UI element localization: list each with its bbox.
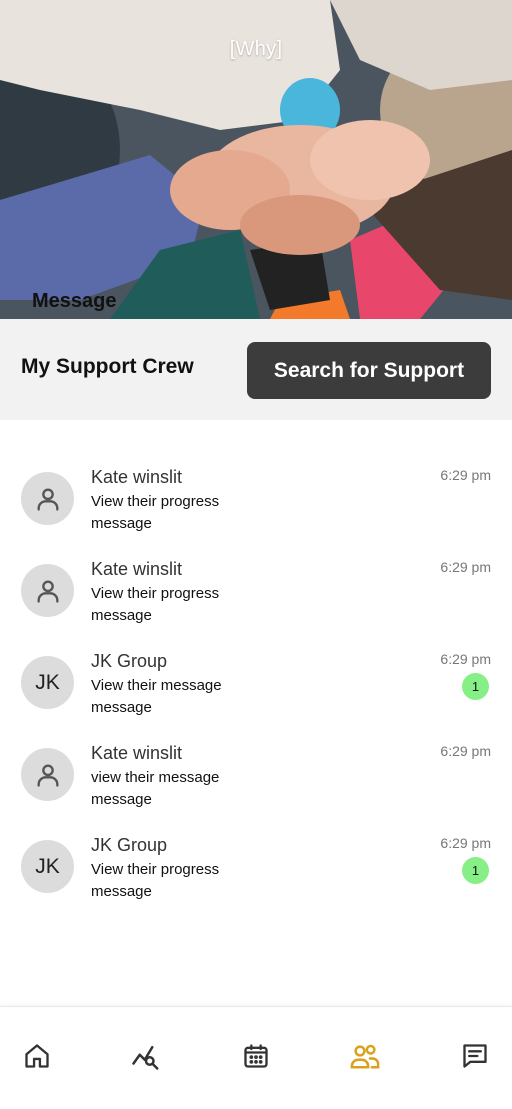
message-time: 6:29 pm [440,651,491,667]
message-row[interactable]: JK JK Group View their message message 6… [0,636,512,728]
message-sender: Kate winslit [91,743,183,763]
hero-title: [Why] [229,38,283,60]
message-preview: View their message [91,677,222,694]
person-icon [37,580,58,603]
avatar [21,472,74,525]
home-icon [25,1044,49,1068]
avatar [21,748,74,801]
message-preview: view their message [91,769,220,786]
message-preview-cont: message [91,883,152,900]
search-for-support-button[interactable]: Search for Support [247,342,491,399]
avatar [21,564,74,617]
message-time: 6:29 pm [440,467,491,483]
message-preview-cont: message [91,699,152,716]
message-preview-cont: message [91,607,152,624]
person-icon [37,764,58,787]
calendar-icon [244,1044,268,1068]
person-icon [37,488,58,511]
progress-analytics-icon [132,1046,159,1070]
message-preview-cont: message [91,515,152,532]
nav-calendar[interactable] [241,1041,271,1071]
unread-badge: 1 [462,857,489,884]
message-preview-cont: message [91,791,152,808]
chat-icon [463,1044,487,1068]
bottom-nav [0,1006,512,1109]
message-sender: JK Group [91,651,168,671]
message-row[interactable]: JK JK Group View their progress message … [0,820,512,912]
people-icon [350,1044,380,1069]
avatar-initials: JK [21,840,74,893]
avatar-initials: JK [21,656,74,709]
nav-support-crew[interactable] [350,1041,380,1071]
hero-caption: Messages [32,290,116,312]
nav-progress[interactable] [131,1041,161,1071]
unread-badge: 1 [462,673,489,700]
message-row[interactable]: Kate winslit View their progress message… [0,452,512,544]
message-sender: Kate winslit [91,467,183,487]
hero-banner: [Why] Messages [0,0,512,319]
nav-messages[interactable] [460,1041,490,1071]
message-sender: Kate winslit [91,559,183,579]
message-row[interactable]: Kate winslit View their progress message… [0,544,512,636]
message-preview: View their progress [91,493,220,510]
message-list: Kate winslit View their progress message… [0,452,512,912]
nav-home[interactable] [22,1041,52,1071]
message-time: 6:29 pm [440,743,491,759]
page-title: My Support Crew [21,355,194,378]
message-preview: View their progress [91,585,220,602]
message-time: 6:29 pm [440,835,491,851]
message-sender: JK Group [91,835,168,855]
message-time: 6:29 pm [440,559,491,575]
message-row[interactable]: Kate winslit view their message message … [0,728,512,820]
message-preview: View their progress [91,861,220,878]
